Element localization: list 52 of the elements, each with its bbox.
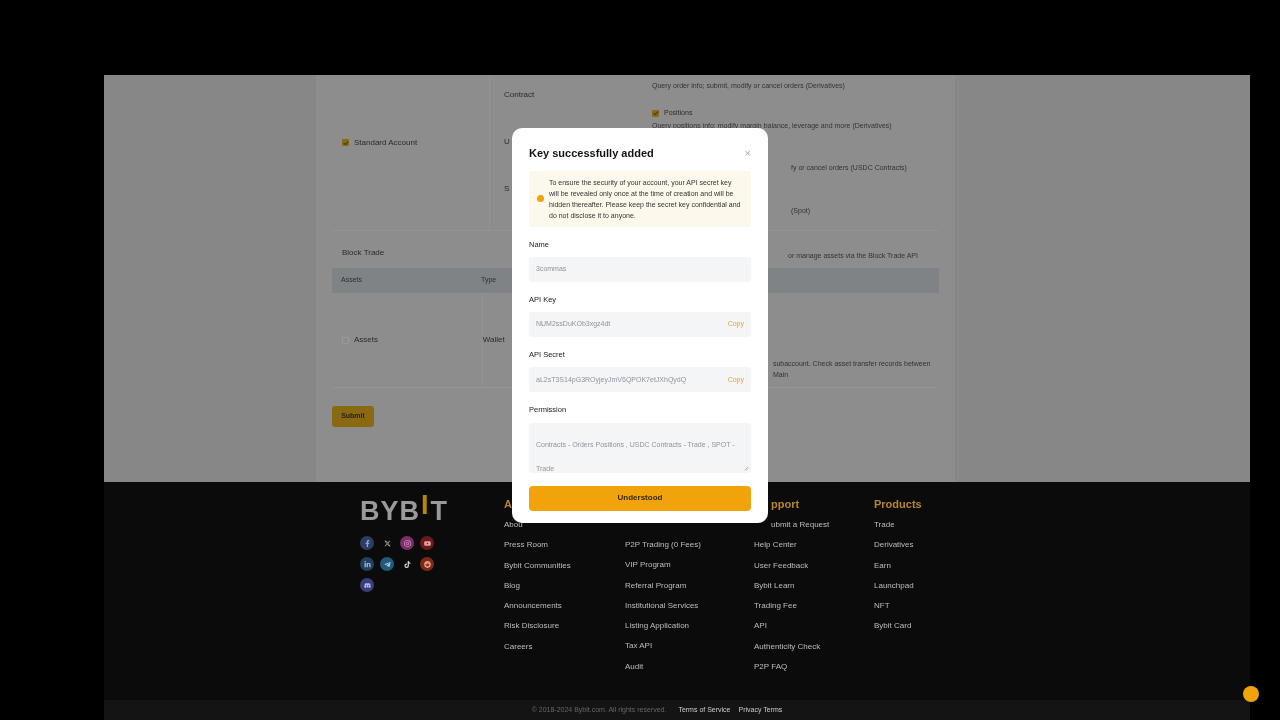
chat-button[interactable] — [1243, 686, 1259, 702]
footer-link[interactable]: User Feedback — [754, 560, 809, 581]
footer-link[interactable]: NFT — [874, 601, 890, 622]
warning-icon — [537, 195, 544, 202]
footer-link[interactable]: Referral Program — [625, 580, 687, 601]
category-label: Wallet — [482, 334, 505, 346]
footer-link[interactable]: Institutional Services — [625, 600, 699, 622]
facebook-icon[interactable] — [360, 536, 374, 550]
column-heading: A — [504, 498, 512, 511]
footer-link[interactable]: Audit — [625, 661, 644, 683]
footer-link[interactable]: P2P Trading (0 Fees) — [625, 540, 701, 561]
account-label: Assets — [354, 334, 378, 346]
footer-link[interactable]: Authenticity Check — [754, 641, 821, 663]
footer-link[interactable]: Tax API — [625, 641, 653, 662]
footer-link[interactable]: Launchpad — [874, 580, 914, 602]
linkedin-icon[interactable] — [360, 557, 374, 571]
footer-link[interactable]: Bybit Card — [874, 621, 912, 642]
footer-link[interactable]: Derivatives — [874, 540, 914, 561]
checkbox[interactable] — [342, 139, 349, 146]
footer-link[interactable]: Careers — [504, 641, 533, 663]
youtube-icon[interactable] — [420, 536, 434, 550]
footer-link[interactable]: Bybit Learn — [754, 580, 795, 602]
footer-link[interactable]: Risk Disclosure — [504, 621, 560, 642]
instagram-icon[interactable] — [400, 536, 414, 550]
column-heading: Products — [874, 498, 922, 511]
category-label: U — [504, 137, 510, 147]
understood-button[interactable]: Understood — [529, 485, 751, 511]
footer-link[interactable]: Announcements — [504, 601, 562, 622]
footer-link[interactable]: ubmit a Request — [771, 520, 830, 541]
footer-link[interactable]: Trade — [874, 520, 895, 541]
section-label: Block Trade — [342, 247, 385, 257]
column-heading: pport — [771, 498, 800, 511]
discord-icon[interactable] — [360, 578, 374, 592]
category-label: Contract — [504, 90, 535, 100]
category-label: S — [504, 184, 510, 194]
checkbox[interactable] — [652, 109, 659, 117]
footer-link[interactable]: Earn — [874, 560, 891, 581]
footer-link[interactable]: Bybit Communities — [504, 560, 571, 581]
footer-link[interactable]: Blog — [504, 580, 520, 602]
footer-link[interactable]: VIP Program — [625, 560, 671, 581]
footer-link[interactable]: Press Room — [504, 540, 548, 561]
footer-link[interactable]: API — [754, 621, 767, 642]
account-label: Standard Account — [354, 136, 418, 149]
telegram-icon[interactable] — [380, 557, 394, 571]
footer-link[interactable]: Trading Fee — [754, 601, 797, 622]
footer-link[interactable]: Abou — [504, 520, 523, 541]
reddit-icon[interactable] — [420, 557, 434, 571]
footer-link[interactable]: P2P FAQ — [754, 662, 788, 683]
resize-handle-icon[interactable] — [744, 465, 749, 471]
dialog-title: Key successfully added — [529, 146, 654, 161]
footer-link[interactable]: Listing Application — [625, 621, 690, 642]
footer-link[interactable]: Help Center — [754, 540, 797, 561]
